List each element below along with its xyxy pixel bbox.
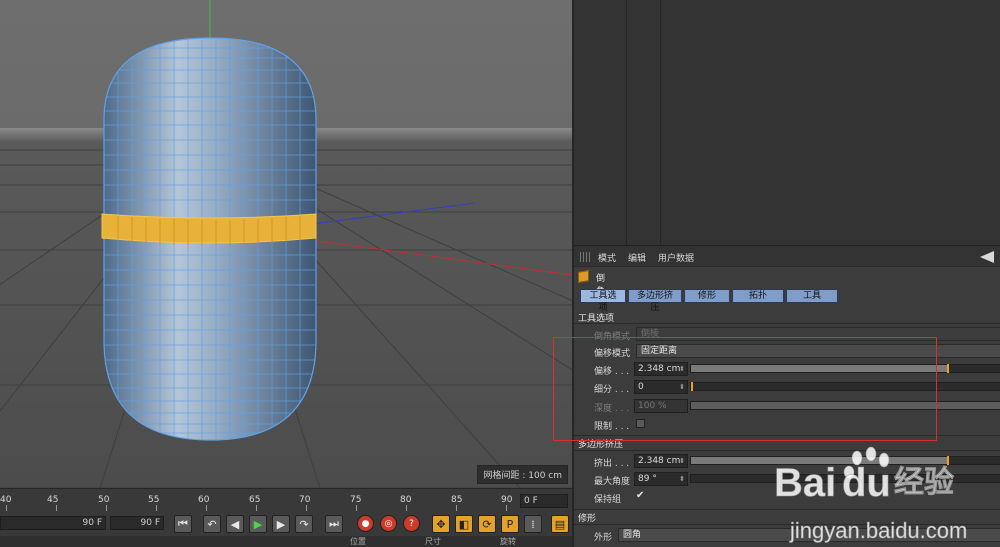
attribute-menu-bar: 模式 编辑 用户数据 — [574, 245, 1000, 267]
scale-key-icon[interactable]: ◧ — [455, 515, 473, 533]
end-frame-field[interactable]: 90 F — [110, 516, 164, 530]
preserve-groups-label: 保持组 — [594, 495, 622, 505]
offset-label: 偏移 . . . — [594, 367, 630, 377]
capsule-mesh — [101, 37, 317, 441]
coord-size-label: 尺寸 — [425, 537, 441, 546]
extrude-label: 挤出 . . . — [594, 459, 630, 469]
depth-slider[interactable] — [690, 401, 1000, 410]
max-angle-slider[interactable] — [690, 474, 1000, 483]
limit-label: 限制 . . . — [594, 422, 630, 432]
ruler-tick: 75 — [350, 495, 362, 505]
shape-dropdown[interactable]: 圆角 — [618, 528, 1000, 542]
goto-end-button[interactable]: ⏭ — [325, 515, 343, 533]
coords-bar: 位置 尺寸 旋转 — [0, 536, 572, 547]
ruler-tick: 80 — [400, 495, 412, 505]
offset-slider[interactable] — [690, 364, 1000, 373]
film-strip-icon[interactable]: ▤ — [551, 515, 569, 533]
tab-tool[interactable]: 工具 — [786, 289, 838, 303]
viewport-scene — [0, 0, 572, 488]
offset-mode-label: 偏移模式 — [594, 349, 631, 359]
coord-rotation-label: 旋转 — [500, 537, 516, 546]
3d-viewport[interactable]: 网格间距 : 100 cm — [0, 0, 572, 488]
ruler-tick: 70 — [299, 495, 311, 505]
offset-mode-dropdown[interactable]: 固定距离 — [636, 344, 1000, 358]
next-frame-button[interactable]: ▶ — [272, 515, 290, 533]
row-depth: 深度 . . . 100 % — [574, 399, 1000, 415]
tab-topology[interactable]: 拓扑 — [732, 289, 784, 303]
grip-icon — [580, 252, 590, 262]
row-max-angle: 最大角度 89 ° ⬍ — [574, 472, 1000, 488]
extrude-input[interactable]: 2.348 cm ⬍ — [634, 454, 688, 468]
max-angle-label: 最大角度 — [594, 477, 631, 487]
ruler-tick: 55 — [148, 495, 160, 505]
ruler-tick: 45 — [47, 495, 59, 505]
prev-frame-button[interactable]: ◀ — [226, 515, 244, 533]
ruler-tick: 60 — [198, 495, 210, 505]
row-offset: 偏移 . . . 2.348 cm ⬍ — [574, 362, 1000, 378]
attribute-manager: 模式 编辑 用户数据 倒角 工具选项 多边形挤压 修形 拓扑 工具 工具选项 倒… — [572, 245, 1000, 547]
depth-label: 深度 . . . — [594, 404, 630, 414]
selected-edge-ring — [101, 213, 317, 244]
prev-key-button[interactable]: ↶ — [203, 515, 221, 533]
offset-slider-knob[interactable] — [947, 364, 949, 373]
cinema4d-window: 网格间距 : 100 cm 40 45 50 55 60 65 70 75 80… — [0, 0, 1000, 547]
ruler-tick: 50 — [98, 495, 110, 505]
next-key-button[interactable]: ↷ — [295, 515, 313, 533]
record-button[interactable]: ● — [357, 515, 374, 532]
move-key-icon[interactable]: ✥ — [432, 515, 450, 533]
offset-input[interactable]: 2.348 cm ⬍ — [634, 362, 688, 376]
play-button[interactable]: ▶ — [249, 515, 267, 533]
tab-polygon-extrude[interactable]: 多边形挤压 — [628, 289, 682, 313]
row-extrude: 挤出 . . . 2.348 cm ⬍ — [574, 454, 1000, 470]
menu-user-data[interactable]: 用户数据 — [658, 251, 694, 264]
menu-edit[interactable]: 编辑 — [628, 251, 646, 264]
ruler-tick: 85 — [451, 495, 463, 505]
tab-tool-options[interactable]: 工具选项 — [580, 289, 626, 313]
timeline-panel: 40 45 50 55 60 65 70 75 80 85 90 0 F 90 … — [0, 488, 572, 547]
section-polygon-extrude: 多边形挤压 — [578, 440, 624, 450]
grid-spacing-label: 网格间距 : 100 cm — [477, 465, 568, 484]
section-shaping: 修形 — [578, 514, 597, 524]
row-offset-mode: 偏移模式 固定距离 — [574, 344, 1000, 360]
max-angle-input[interactable]: 89 ° ⬍ — [634, 472, 688, 486]
depth-input[interactable]: 100 % — [634, 399, 688, 413]
extrude-slider-knob[interactable] — [947, 456, 949, 465]
ruler-tick: 40 — [0, 495, 12, 505]
current-frame-field[interactable]: 0 F — [520, 494, 568, 508]
row-limit: 限制 . . . — [574, 417, 1000, 433]
back-arrow-icon[interactable] — [980, 251, 994, 263]
subdivision-label: 细分 . . . — [594, 385, 630, 395]
subdivision-input[interactable]: 0 ⬍ — [634, 380, 688, 394]
goto-start-button[interactable]: ⏮ — [174, 515, 192, 533]
subdivision-slider[interactable] — [690, 382, 1000, 391]
extrude-slider[interactable] — [690, 456, 1000, 465]
object-manager[interactable] — [572, 0, 1000, 245]
menu-mode[interactable]: 模式 — [598, 251, 616, 264]
rotate-key-icon[interactable]: ⟳ — [478, 515, 496, 533]
section-tool-options: 工具选项 — [578, 314, 615, 324]
grid-key-icon[interactable]: ⁞ — [524, 515, 542, 533]
bevel-mode-label: 倒角模式 — [594, 332, 631, 342]
subdivision-slider-knob[interactable] — [691, 382, 693, 391]
preserve-groups-checkbox[interactable]: ✔ — [636, 490, 644, 501]
param-key-icon[interactable]: P — [501, 515, 519, 533]
timeline-ruler[interactable]: 40 45 50 55 60 65 70 75 80 85 90 — [0, 492, 520, 511]
limit-checkbox[interactable] — [636, 419, 645, 428]
coord-position-label: 位置 — [350, 537, 366, 546]
row-bevel-mode: 倒角模式 倒棱 — [574, 327, 1000, 343]
tab-shaping[interactable]: 修形 — [684, 289, 730, 303]
row-shape: 外形 圆角 — [574, 528, 1000, 544]
shape-label: 外形 — [594, 533, 613, 543]
bevel-mode-dropdown[interactable]: 倒棱 — [636, 327, 1000, 341]
row-subdivision: 细分 . . . 0 ⬍ — [574, 380, 1000, 396]
keyframe-help-button[interactable]: ? — [403, 515, 420, 532]
attribute-tabs: 工具选项 多边形挤压 修形 拓扑 工具 — [580, 289, 838, 313]
ruler-tick: 90 — [501, 495, 513, 505]
row-preserve-groups: 保持组 ✔ — [574, 490, 1000, 506]
ruler-tick: 65 — [249, 495, 261, 505]
preview-end-field[interactable]: 90 F — [0, 516, 106, 530]
bevel-tool-icon — [578, 270, 589, 283]
autokey-button[interactable]: ◎ — [380, 515, 397, 532]
